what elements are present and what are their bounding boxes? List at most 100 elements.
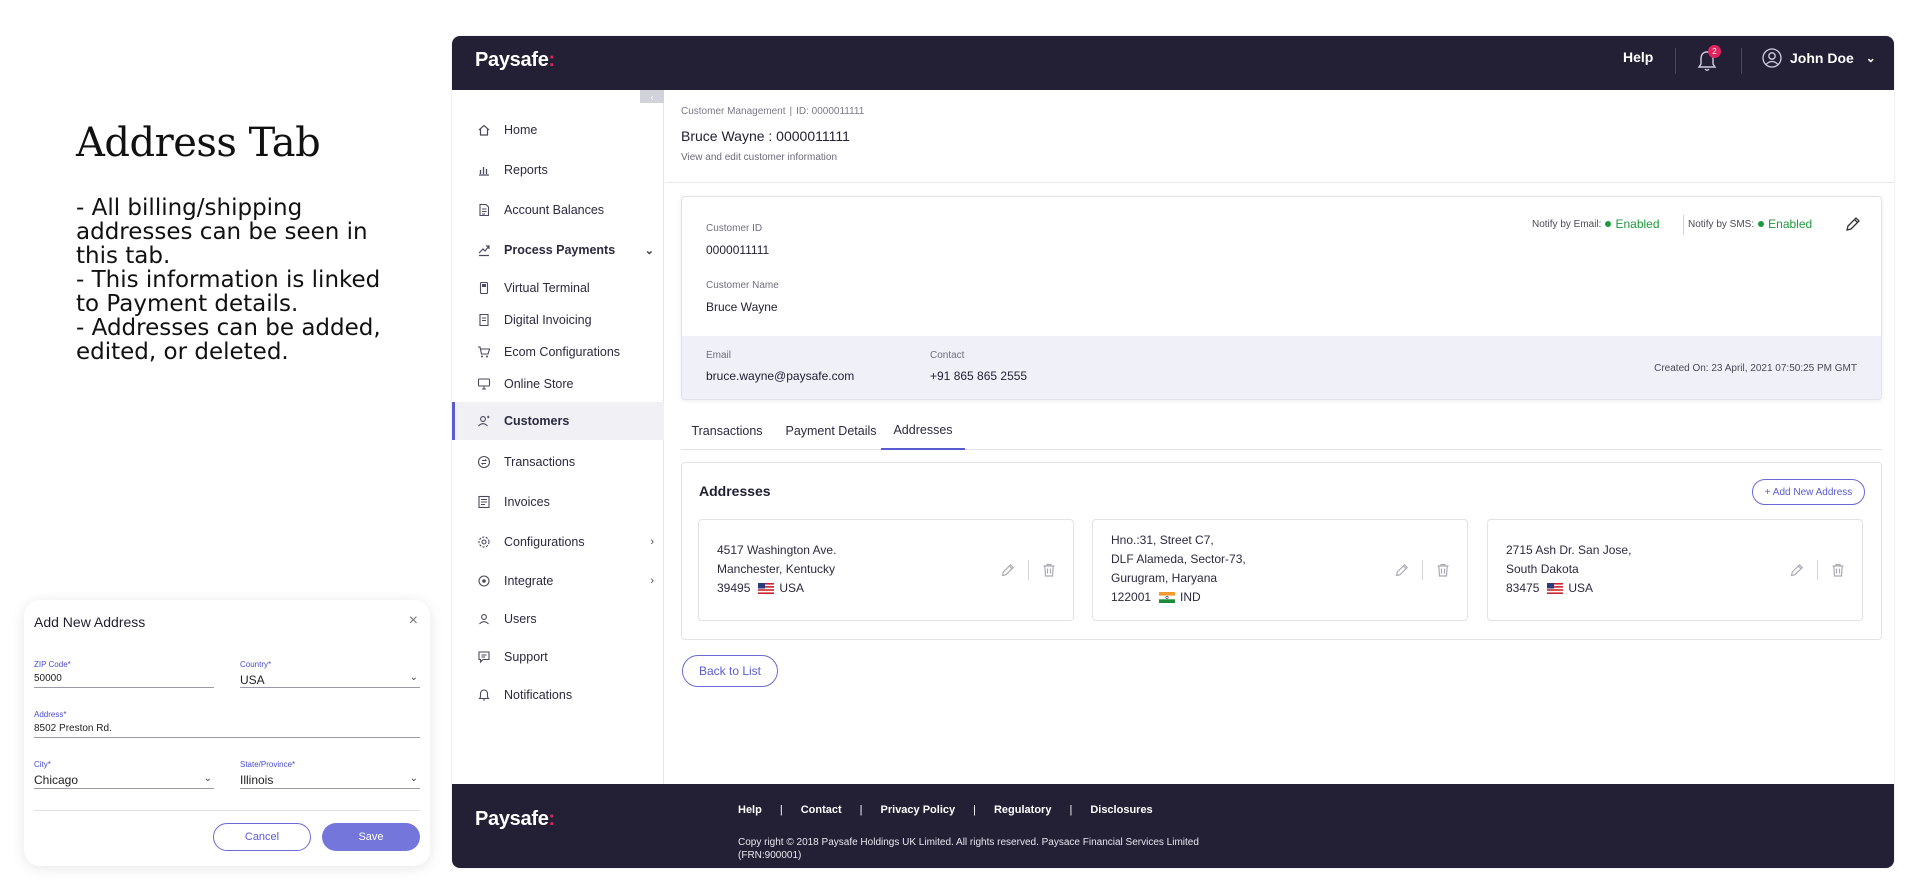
notification-badge: 2 xyxy=(1708,45,1721,58)
zip-code-value: 50000 xyxy=(34,673,62,684)
sidebar-item-support[interactable]: Support xyxy=(452,639,664,675)
address-text: 4517 Washington Ave. Manchester, Kentuck… xyxy=(717,541,836,598)
india-flag-icon xyxy=(1159,592,1176,603)
status-dot-icon xyxy=(1605,221,1612,227)
footer-link-help[interactable]: Help xyxy=(738,804,762,816)
address-zip: 39495 xyxy=(717,581,751,595)
sidebar-item-online-store[interactable]: Online Store xyxy=(452,366,664,402)
breadcrumb-id: ID: 0000011111 xyxy=(796,106,865,117)
address-line: Gurugram, Haryana xyxy=(1111,571,1218,585)
save-button[interactable]: Save xyxy=(322,823,420,851)
notify-email-value: Enabled xyxy=(1615,217,1660,231)
sidebar-item-label: Configurations xyxy=(504,535,585,549)
breadcrumb-section[interactable]: Customer Management xyxy=(681,106,786,117)
integrate-icon xyxy=(476,573,492,589)
edit-pencil-icon[interactable] xyxy=(1000,562,1016,578)
sidebar-item-configurations[interactable]: Configurations › xyxy=(452,524,664,560)
top-bar: Paysafe: Help 2 John Doe ⌄ xyxy=(452,36,1894,90)
address-line: South Dakota xyxy=(1506,562,1579,576)
sidebar-item-label: Digital Invoicing xyxy=(504,313,592,327)
sidebar-item-account-balances[interactable]: Account Balances xyxy=(452,192,664,228)
footer-links: Help | Contact | Privacy Policy | Regula… xyxy=(738,804,1153,816)
sidebar-item-reports[interactable]: Reports xyxy=(452,152,664,188)
email-value: bruce.wayne@paysafe.com xyxy=(706,369,855,383)
sidebar-item-users[interactable]: Users xyxy=(452,601,664,637)
tab-transactions[interactable]: Transactions xyxy=(681,412,773,450)
explainer-line: - Addresses can be added, edited, or del… xyxy=(76,315,381,365)
sidebar-item-digital-invoicing[interactable]: Digital Invoicing xyxy=(452,302,664,338)
user-menu[interactable]: John Doe ⌄ xyxy=(1762,48,1876,68)
chevron-down-icon: ⌄ xyxy=(203,773,212,784)
sidebar-item-label: Customers xyxy=(504,414,570,428)
address-line: DLF Alameda, Sector-73, xyxy=(1111,552,1246,566)
state-select[interactable]: State/Province* Illinois ⌄ xyxy=(240,760,420,789)
tab-payment-details[interactable]: Payment Details xyxy=(777,412,885,450)
app-window: Paysafe: Help 2 John Doe ⌄ ‹ Home Report… xyxy=(452,36,1894,868)
trash-icon[interactable] xyxy=(1830,562,1846,578)
address-line: 4517 Washington Ave. xyxy=(717,543,837,557)
address-field[interactable]: Address* 8502 Preston Rd. xyxy=(34,710,420,738)
sidebar-item-label: Account Balances xyxy=(504,203,605,217)
collapse-sidebar-button[interactable]: ‹ xyxy=(640,90,664,103)
sidebar-item-home[interactable]: Home xyxy=(452,112,664,148)
sidebar-item-ecom-configurations[interactable]: Ecom Configurations xyxy=(452,334,664,370)
state-label: State/Province* xyxy=(240,760,296,769)
footer-link-disclosures[interactable]: Disclosures xyxy=(1090,804,1152,816)
cancel-button[interactable]: Cancel xyxy=(213,823,311,851)
zip-code-label: ZIP Code* xyxy=(34,660,71,669)
sidebar-item-label: Notifications xyxy=(504,688,573,702)
address-country: USA xyxy=(779,581,805,595)
trash-icon[interactable] xyxy=(1435,562,1451,578)
footer-link-contact[interactable]: Contact xyxy=(801,804,842,816)
brand-logo[interactable]: Paysafe: xyxy=(475,49,555,72)
home-icon xyxy=(476,122,492,138)
sidebar-item-process-payments[interactable]: Process Payments ⌄ xyxy=(452,232,664,268)
zip-code-field[interactable]: ZIP Code* 50000 xyxy=(34,660,214,688)
city-select[interactable]: City* Chicago ⌄ xyxy=(34,760,214,789)
footer-link-regulatory[interactable]: Regulatory xyxy=(994,804,1051,816)
back-to-list-button[interactable]: Back to List xyxy=(682,655,778,687)
sidebar: ‹ Home Reports Account Balances Process … xyxy=(452,90,664,784)
notify-sms-label: Notify by SMS: xyxy=(1688,218,1755,230)
document-icon xyxy=(476,202,492,218)
page-title: Bruce Wayne : 0000011111 xyxy=(681,128,850,144)
chevron-down-icon: ⌄ xyxy=(409,773,418,784)
sidebar-item-virtual-terminal[interactable]: Virtual Terminal xyxy=(452,270,664,306)
trash-icon[interactable] xyxy=(1041,562,1057,578)
sidebar-item-integrate[interactable]: Integrate › xyxy=(452,563,664,599)
sidebar-item-notifications[interactable]: Notifications xyxy=(452,677,664,713)
chevron-right-icon: › xyxy=(650,575,654,587)
sidebar-item-invoices[interactable]: Invoices xyxy=(452,484,664,520)
header-divider xyxy=(665,182,1894,183)
country-select[interactable]: Country* USA ⌄ xyxy=(240,660,420,688)
edit-pencil-icon[interactable] xyxy=(1844,215,1862,233)
transactions-icon xyxy=(476,454,492,470)
page-subtitle: View and edit customer information xyxy=(681,152,838,163)
breadcrumb-separator: | xyxy=(789,106,793,117)
cart-icon xyxy=(476,344,492,360)
topbar-divider xyxy=(1675,48,1676,74)
sidebar-item-transactions[interactable]: Transactions xyxy=(452,444,664,480)
edit-pencil-icon[interactable] xyxy=(1789,562,1805,578)
address-text: 2715 Ash Dr. San Jose, South Dakota 8347… xyxy=(1506,541,1631,598)
help-link[interactable]: Help xyxy=(1623,49,1653,65)
address-country: USA xyxy=(1568,581,1594,595)
address-actions xyxy=(1394,560,1451,580)
explainer-line: - This information is linked to Payment … xyxy=(76,267,381,317)
footer-link-privacy-policy[interactable]: Privacy Policy xyxy=(881,804,956,816)
contact-label: Contact xyxy=(930,350,965,361)
invoices-icon xyxy=(476,494,492,510)
copyright-text: Copy right © 2018 Paysafe Holdings UK Li… xyxy=(738,837,1199,861)
user-name: John Doe xyxy=(1790,50,1854,66)
explainer-list: - All billing/shipping addresses can be … xyxy=(76,196,406,364)
address-zip: 83475 xyxy=(1506,581,1540,595)
add-address-modal: Add New Address × ZIP Code* 50000 Countr… xyxy=(24,600,430,866)
edit-pencil-icon[interactable] xyxy=(1394,562,1410,578)
tab-addresses[interactable]: Addresses xyxy=(881,412,965,450)
payments-icon xyxy=(476,242,492,258)
add-new-address-button[interactable]: + Add New Address xyxy=(1752,479,1865,505)
notify-email-status: Notify by Email: Enabled xyxy=(1532,217,1660,231)
notify-email-label: Notify by Email: xyxy=(1532,218,1602,230)
sidebar-item-customers[interactable]: Customers xyxy=(452,402,664,440)
close-icon[interactable]: × xyxy=(409,612,418,630)
